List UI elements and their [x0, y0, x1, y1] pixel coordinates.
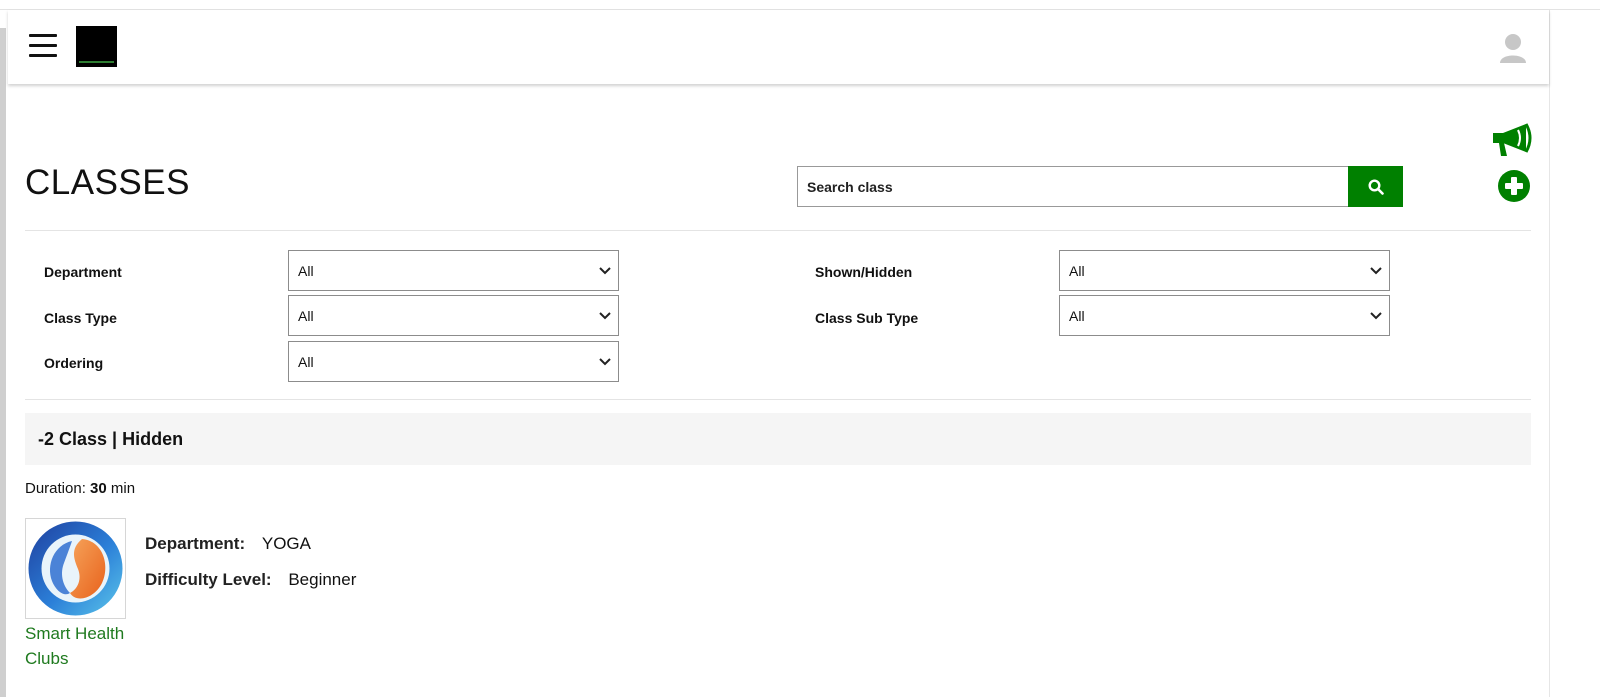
club-logo-graphic	[28, 521, 123, 616]
class-type-filter-label: Class Type	[44, 310, 117, 326]
difficulty-info: Difficulty Level: Beginner	[145, 570, 356, 590]
shown-hidden-filter-label: Shown/Hidden	[815, 264, 913, 280]
hamburger-bar	[29, 44, 57, 47]
hamburger-menu-icon[interactable]	[29, 32, 57, 60]
ordering-filter-label: Ordering	[44, 355, 104, 371]
department-select-value: All	[298, 263, 314, 279]
brand-logo[interactable]	[76, 26, 117, 67]
section-divider	[25, 230, 1531, 231]
smart-health-clubs-logo[interactable]	[25, 518, 126, 619]
class-sub-type-select[interactable]: All	[1059, 295, 1390, 336]
logo-accent-line	[79, 61, 114, 63]
class-item-header[interactable]: -2 Class | Hidden	[25, 413, 1531, 465]
hamburger-bar	[29, 54, 57, 57]
hamburger-bar	[29, 34, 57, 37]
class-sub-type-filter-label: Class Sub Type	[815, 310, 919, 326]
club-name-link[interactable]: Smart Health Clubs	[25, 621, 135, 671]
class-item-title: -2 Class | Hidden	[38, 429, 184, 449]
difficulty-info-label: Difficulty Level:	[145, 570, 272, 589]
duration-label: Duration:	[25, 480, 86, 497]
top-navbar	[8, 10, 1549, 84]
megaphone-icon[interactable]	[1490, 122, 1534, 158]
ordering-select[interactable]: All	[288, 341, 619, 382]
left-scroll-rail	[0, 28, 6, 697]
page-title: CLASSES	[25, 163, 190, 202]
department-info-label: Department:	[145, 534, 246, 553]
right-edge-rail	[1549, 10, 1550, 697]
department-info: Department: YOGA	[145, 534, 311, 554]
chevron-down-icon	[1370, 312, 1382, 320]
shown-hidden-select[interactable]: All	[1059, 250, 1390, 291]
user-avatar-icon[interactable]	[1498, 32, 1528, 64]
chevron-down-icon	[1370, 267, 1382, 275]
class-type-select[interactable]: All	[288, 295, 619, 336]
shown-hidden-select-value: All	[1069, 263, 1085, 279]
search-bar	[797, 166, 1403, 207]
class-sub-type-select-value: All	[1069, 308, 1085, 324]
chevron-down-icon	[599, 267, 611, 275]
chevron-down-icon	[599, 358, 611, 366]
duration-value: 30	[90, 480, 107, 497]
duration-unit: min	[110, 480, 136, 497]
department-select[interactable]: All	[288, 250, 619, 291]
browser-top-strip	[0, 0, 1600, 10]
department-info-value: YOGA	[261, 534, 311, 553]
difficulty-info-value: Beginner	[288, 570, 357, 589]
plus-circle-icon[interactable]	[1497, 169, 1531, 203]
department-filter-label: Department	[44, 264, 122, 280]
search-button[interactable]	[1348, 166, 1403, 207]
ordering-select-value: All	[298, 354, 314, 370]
chevron-down-icon	[599, 312, 611, 320]
search-input[interactable]	[797, 166, 1349, 207]
search-icon	[1367, 178, 1384, 195]
class-duration: Duration: 30 min	[25, 480, 135, 497]
section-divider	[25, 399, 1531, 400]
class-type-select-value: All	[298, 308, 314, 324]
